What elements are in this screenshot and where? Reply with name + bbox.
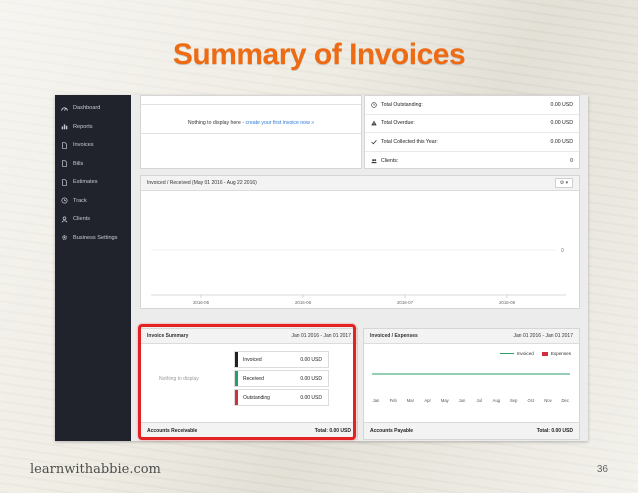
sidebar-item-label: Invoices bbox=[73, 142, 94, 149]
stat-label: Total Overdue: bbox=[381, 120, 415, 127]
x-tick-label: 2016-05 bbox=[193, 300, 210, 305]
warning-icon bbox=[371, 120, 377, 126]
month-tick-label: Dec bbox=[561, 398, 568, 403]
sidebar: Dashboard Reports Invoices Bills Estimat… bbox=[55, 95, 131, 441]
sidebar-item-business-settings[interactable]: Business Settings bbox=[55, 229, 131, 248]
invoiced-expenses-title: Invoiced / Expenses bbox=[370, 333, 418, 339]
users-icon bbox=[371, 158, 377, 163]
sidebar-item-invoices[interactable]: Invoices bbox=[55, 136, 131, 155]
month-tick-label: Jul bbox=[477, 398, 482, 403]
slide-footer-site: learnwithabbie.com bbox=[30, 462, 161, 477]
chart-area: 0 2016-05 2016-06 2016-07 2016-08 bbox=[141, 191, 579, 308]
accounts-payable-footer: Accounts Payable Total: 0.00 USD bbox=[364, 422, 579, 439]
empty-message-text: Nothing to display here - bbox=[187, 120, 246, 126]
invoiced-expenses-panel: Invoiced / Expenses Jan 01 2016 - Jan 01… bbox=[363, 328, 580, 440]
chart-title: Invoiced / Received (May 01 2016 - Aug 2… bbox=[147, 180, 257, 186]
month-tick-label: Aug bbox=[493, 398, 501, 403]
sidebar-item-label: Estimates bbox=[73, 179, 98, 186]
expenses-legend: Invoiced Expenses bbox=[499, 351, 571, 356]
document-icon bbox=[61, 160, 68, 167]
legend-invoiced-swatch bbox=[499, 352, 514, 355]
stat-value: 0.00 USD bbox=[550, 138, 574, 145]
invoiced-expenses-chart: Jan Feb Mar Apr May Jun Jul Aug Sep Oct Nov Dec bbox=[372, 373, 570, 403]
legend-invoiced-label: Invoiced bbox=[516, 351, 534, 356]
stat-value: 0.00 USD bbox=[550, 120, 574, 127]
accounts-payable-total: Total: 0.00 USD bbox=[536, 428, 573, 434]
accounts-payable-label: Accounts Payable bbox=[370, 428, 414, 434]
clock-icon bbox=[61, 197, 68, 204]
month-tick-label: May bbox=[441, 398, 450, 403]
bar-chart-icon bbox=[61, 123, 68, 130]
sidebar-item-track[interactable]: Track bbox=[55, 192, 131, 211]
expenses-month-ticks: Jan Feb Mar Apr May Jun Jul Aug Sep Oct Nov Dec bbox=[373, 398, 569, 403]
month-tick-label: Oct bbox=[528, 398, 535, 403]
sidebar-item-label: Clients bbox=[73, 216, 91, 223]
sidebar-item-label: Bills bbox=[73, 160, 84, 167]
document-icon bbox=[61, 142, 68, 149]
month-tick-label: Sep bbox=[510, 398, 518, 403]
sidebar-item-label: Business Settings bbox=[73, 234, 118, 241]
stat-label: Total Collected this Year: bbox=[381, 138, 438, 145]
chart-x-ticks: 2016-05 2016-06 2016-07 2016-08 bbox=[193, 295, 516, 305]
invoiced-expenses-header: Invoiced / Expenses Jan 01 2016 - Jan 01… bbox=[364, 329, 579, 344]
totals-panel: Total Outstanding: 0.00 USD Total Overdu… bbox=[364, 95, 580, 169]
gear-icon bbox=[61, 234, 68, 241]
sidebar-item-clients[interactable]: Clients bbox=[55, 210, 131, 229]
legend-expenses-label: Expenses bbox=[550, 351, 571, 356]
document-icon bbox=[61, 179, 68, 186]
panel-divider bbox=[141, 133, 361, 134]
invoice-summary-highlight-box bbox=[138, 324, 356, 440]
month-tick-label: Apr bbox=[424, 398, 431, 403]
sidebar-item-reports[interactable]: Reports bbox=[55, 118, 131, 137]
stat-total-outstanding: Total Outstanding: 0.00 USD bbox=[365, 96, 579, 115]
invoiced-received-chart: 0 2016-05 2016-06 2016-07 2016-08 bbox=[151, 248, 566, 305]
month-tick-label: Jun bbox=[459, 398, 466, 403]
x-tick-label: 2016-08 bbox=[499, 300, 516, 305]
stat-label: Clients: bbox=[381, 157, 399, 164]
sidebar-item-estimates[interactable]: Estimates bbox=[55, 173, 131, 192]
chart-end-value-label: 0 bbox=[561, 248, 564, 254]
create-first-invoice-link[interactable]: create your first invoice now » bbox=[246, 120, 315, 126]
stat-total-collected: Total Collected this Year: 0.00 USD bbox=[365, 133, 579, 152]
check-icon bbox=[371, 139, 377, 145]
legend-expenses-swatch bbox=[541, 351, 548, 356]
month-tick-label: Mar bbox=[407, 398, 415, 403]
stat-value: 0 bbox=[570, 157, 573, 164]
sidebar-item-label: Track bbox=[73, 197, 87, 204]
sidebar-item-dashboard[interactable]: Dashboard bbox=[55, 99, 131, 118]
x-tick-label: 2016-06 bbox=[295, 300, 312, 305]
user-icon bbox=[61, 216, 68, 223]
recent-invoices-panel: Nothing to display here - create your fi… bbox=[140, 95, 362, 169]
stat-value: 0.00 USD bbox=[550, 101, 574, 108]
empty-invoices-message: Nothing to display here - create your fi… bbox=[141, 120, 361, 126]
invoiced-expenses-range[interactable]: Jan 01 2016 - Jan 01 2017 bbox=[514, 333, 574, 339]
x-tick-label: 2016-07 bbox=[397, 300, 414, 305]
clock-icon bbox=[371, 102, 377, 108]
slide-page-number: 36 bbox=[596, 464, 608, 475]
stat-clients: Clients: 0 bbox=[365, 152, 579, 170]
panel-top-strip bbox=[141, 96, 361, 105]
chart-settings-button[interactable]: ⚙ ▾ bbox=[555, 178, 573, 188]
month-tick-label: Jan bbox=[373, 398, 380, 403]
stat-label: Total Outstanding: bbox=[381, 101, 423, 108]
month-tick-label: Nov bbox=[544, 398, 552, 403]
stat-total-overdue: Total Overdue: 0.00 USD bbox=[365, 115, 579, 134]
dashboard-icon bbox=[61, 105, 68, 112]
slide-title: Summary of Invoices bbox=[172, 38, 466, 71]
sidebar-item-bills[interactable]: Bills bbox=[55, 155, 131, 174]
month-tick-label: Feb bbox=[390, 398, 398, 403]
sidebar-item-label: Dashboard bbox=[73, 105, 101, 112]
sidebar-item-label: Reports bbox=[73, 123, 93, 130]
invoiced-received-chart-panel: Invoiced / Received (May 01 2016 - Aug 2… bbox=[140, 175, 580, 309]
chart-panel-header: Invoiced / Received (May 01 2016 - Aug 2… bbox=[141, 176, 579, 191]
